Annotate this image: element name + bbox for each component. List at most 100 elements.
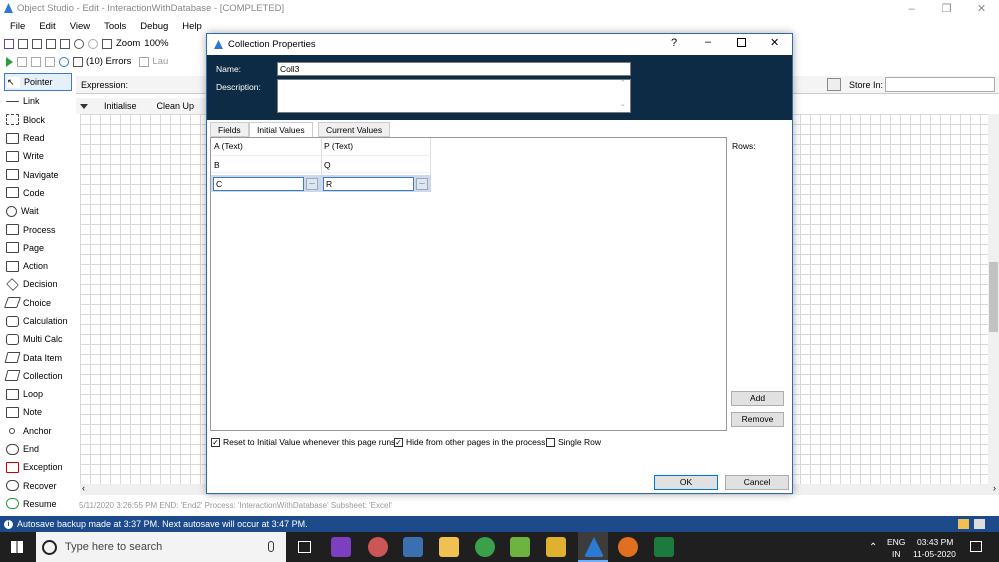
task-view-icon[interactable] bbox=[298, 541, 311, 553]
calculator-icon[interactable] bbox=[827, 78, 841, 91]
tabs-dropdown-icon[interactable] bbox=[80, 103, 88, 109]
copy-icon[interactable] bbox=[46, 38, 56, 49]
scroll-right-icon[interactable]: › bbox=[993, 483, 996, 493]
menu-view[interactable]: View bbox=[70, 21, 90, 32]
tool-block[interactable]: Block bbox=[0, 111, 76, 129]
tab-current-values[interactable]: Current Values bbox=[318, 122, 391, 137]
name-field[interactable]: Coll3 bbox=[277, 62, 631, 76]
zoom-value[interactable]: 100% bbox=[144, 38, 168, 49]
menu-file[interactable]: File bbox=[10, 21, 25, 32]
clock-date[interactable]: 11-05-2020 bbox=[913, 549, 956, 559]
clock-time[interactable]: 03:43 PM bbox=[917, 537, 953, 547]
tool-pointer[interactable]: ↖ Pointer bbox=[4, 73, 72, 92]
tool-resume[interactable]: Resume bbox=[0, 495, 76, 513]
microphone-icon[interactable] bbox=[268, 541, 274, 552]
lang-label[interactable]: ENG bbox=[887, 537, 905, 547]
minimize-icon[interactable]: – bbox=[894, 0, 929, 17]
tool-loop[interactable]: Loop bbox=[0, 385, 76, 403]
cancel-button[interactable]: Cancel bbox=[725, 475, 789, 490]
page-icon[interactable] bbox=[102, 38, 112, 49]
redo-icon[interactable] bbox=[88, 38, 98, 49]
remove-button[interactable]: Remove bbox=[731, 412, 784, 427]
reset-checkbox[interactable]: ✓ Reset to Initial Value whenever this p… bbox=[211, 437, 395, 447]
errors-icon[interactable] bbox=[73, 56, 83, 67]
file-explorer-icon[interactable] bbox=[439, 537, 459, 557]
tool-link[interactable]: Link bbox=[0, 92, 76, 110]
step-icon[interactable] bbox=[17, 56, 27, 67]
app-icon-7[interactable] bbox=[546, 537, 566, 557]
hide-checkbox[interactable]: ✓ Hide from other pages in the process bbox=[394, 437, 545, 447]
tool-note[interactable]: Note bbox=[0, 403, 76, 421]
single-row-checkbox[interactable]: Single Row bbox=[546, 437, 601, 447]
tool-page[interactable]: Page bbox=[0, 239, 76, 257]
tool-process[interactable]: Process bbox=[0, 220, 76, 238]
ellipsis-button-p[interactable]: ... bbox=[416, 178, 428, 190]
description-field[interactable] bbox=[277, 79, 631, 113]
grid-edit-cell-a[interactable]: C bbox=[213, 177, 304, 191]
app-icon-6[interactable] bbox=[510, 537, 530, 557]
step-over-icon[interactable] bbox=[31, 56, 41, 67]
undo-icon[interactable] bbox=[74, 38, 84, 49]
tool-end[interactable]: End bbox=[0, 440, 76, 458]
tool-exception[interactable]: Exception bbox=[0, 458, 76, 476]
tool-wait[interactable]: Wait bbox=[0, 202, 76, 220]
vertical-scroll-thumb[interactable] bbox=[989, 262, 998, 332]
tool-recover[interactable]: Recover bbox=[0, 477, 76, 495]
region-label[interactable]: IN bbox=[892, 549, 901, 559]
tool-anchor[interactable]: Anchor bbox=[0, 422, 76, 440]
menu-tools[interactable]: Tools bbox=[104, 21, 126, 32]
print-icon[interactable] bbox=[18, 38, 28, 49]
close-icon[interactable]: ✕ bbox=[964, 0, 999, 17]
visual-studio-icon[interactable] bbox=[331, 537, 351, 557]
page-tab-initialise[interactable]: Initialise bbox=[104, 101, 137, 111]
app-icon-3[interactable] bbox=[403, 537, 423, 557]
grid-edit-cell-p[interactable]: R bbox=[323, 177, 414, 191]
tool-write[interactable]: Write bbox=[0, 147, 76, 165]
windows-start-icon[interactable] bbox=[11, 541, 23, 553]
scroll-left-icon[interactable]: ‹ bbox=[82, 483, 85, 493]
menu-debug[interactable]: Debug bbox=[140, 21, 168, 32]
store-in-field[interactable] bbox=[885, 77, 995, 92]
menu-help[interactable]: Help bbox=[182, 21, 202, 32]
tab-fields[interactable]: Fields bbox=[210, 122, 249, 137]
grid-cell[interactable]: B bbox=[211, 157, 223, 173]
description-scroll-down-icon[interactable]: ⌄ bbox=[620, 100, 626, 108]
menu-edit[interactable]: Edit bbox=[39, 21, 55, 32]
cut-icon[interactable] bbox=[32, 38, 42, 49]
tool-decision[interactable]: Decision bbox=[0, 275, 76, 293]
dialog-maximize-icon[interactable] bbox=[737, 38, 746, 47]
app-icon-9[interactable] bbox=[618, 537, 638, 557]
grid-cell[interactable]: Q bbox=[321, 157, 334, 173]
tool-read[interactable]: Read bbox=[0, 129, 76, 147]
tool-action[interactable]: Action bbox=[0, 257, 76, 275]
save-icon[interactable] bbox=[4, 38, 14, 49]
tab-initial-values[interactable]: Initial Values bbox=[249, 122, 313, 138]
maximize-icon[interactable]: ❐ bbox=[929, 0, 964, 17]
notifications-icon[interactable] bbox=[970, 541, 982, 552]
tool-code[interactable]: Code bbox=[0, 184, 76, 202]
add-button[interactable]: Add bbox=[731, 391, 784, 406]
dialog-close-icon[interactable]: ✕ bbox=[770, 36, 779, 49]
step-out-icon[interactable] bbox=[45, 56, 55, 67]
tool-collection[interactable]: Collection bbox=[0, 367, 76, 385]
errors-label[interactable]: (10) Errors bbox=[86, 56, 131, 67]
tool-calculation[interactable]: Calculation bbox=[0, 312, 76, 330]
chrome-icon[interactable] bbox=[475, 537, 495, 557]
dialog-help-icon[interactable]: ? bbox=[671, 37, 677, 49]
tool-choice[interactable]: Choice bbox=[0, 294, 76, 312]
tool-navigate[interactable]: Navigate bbox=[0, 165, 76, 183]
paste-icon[interactable] bbox=[60, 38, 70, 49]
taskbar-search[interactable]: Type here to search bbox=[36, 532, 286, 562]
description-scroll-up-icon[interactable]: ⌃ bbox=[620, 79, 626, 87]
show-hidden-icons[interactable]: ⌃ bbox=[869, 542, 877, 553]
launch-label[interactable]: Lau bbox=[152, 56, 168, 67]
launch-icon[interactable] bbox=[139, 56, 150, 67]
run-icon[interactable] bbox=[6, 56, 13, 67]
ellipsis-button-a[interactable]: ... bbox=[306, 178, 318, 190]
excel-icon[interactable] bbox=[654, 537, 674, 557]
dialog-minimize-icon[interactable]: – bbox=[705, 36, 711, 48]
tool-data-item[interactable]: Data Item bbox=[0, 348, 76, 366]
refresh-icon[interactable] bbox=[59, 56, 69, 67]
ok-button[interactable]: OK bbox=[654, 475, 718, 490]
app-icon-2[interactable] bbox=[368, 537, 388, 557]
